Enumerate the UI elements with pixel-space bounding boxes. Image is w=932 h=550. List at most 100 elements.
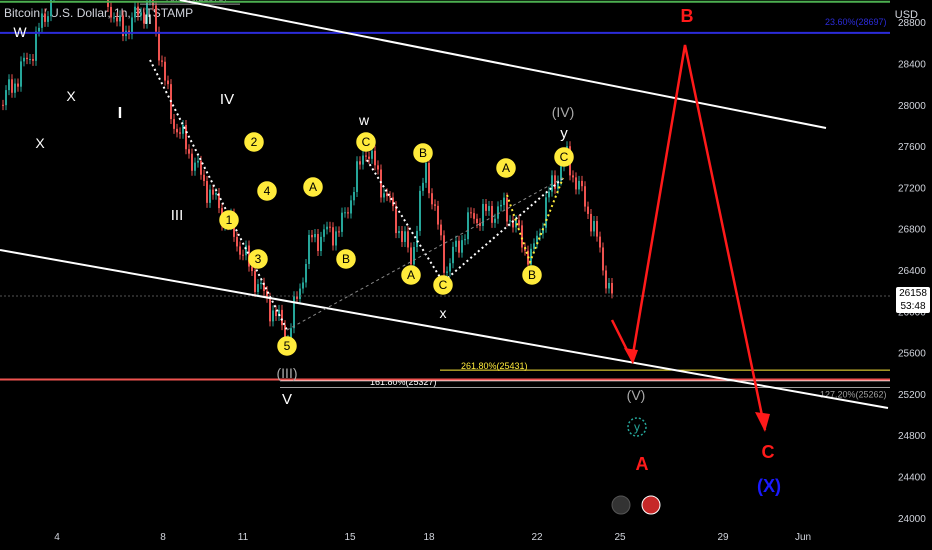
- wave-label-15: B: [342, 252, 350, 266]
- candle-body: [332, 227, 334, 246]
- candle-body: [356, 161, 358, 192]
- candle-body: [335, 231, 337, 246]
- candle-body: [446, 271, 448, 273]
- candle-body: [422, 182, 424, 191]
- candle-body: [212, 189, 214, 195]
- candle-body: [164, 61, 166, 81]
- candle-body: [281, 309, 283, 326]
- y-tick-26400: 26400: [898, 266, 926, 277]
- wave-label-28: y: [634, 420, 640, 434]
- candle-body: [368, 156, 370, 159]
- x-tick-29: 29: [717, 532, 729, 543]
- y-tick-28400: 28400: [898, 60, 926, 71]
- candle-body: [239, 246, 241, 255]
- candle-body: [326, 226, 328, 230]
- candle-body: [311, 234, 313, 238]
- candle-body: [506, 197, 508, 222]
- wave-label-2: X: [35, 135, 45, 151]
- candle-body: [206, 181, 208, 203]
- candle-body: [584, 186, 586, 207]
- candle-body: [602, 247, 604, 271]
- candle-body: [269, 297, 271, 322]
- candle-body: [503, 197, 505, 205]
- candle-body: [548, 191, 550, 198]
- candle-body: [449, 263, 451, 272]
- candle-body: [374, 150, 376, 166]
- wave-label-20: C: [439, 278, 448, 292]
- candle-body: [209, 189, 211, 203]
- candle-body: [413, 246, 415, 265]
- candle-body: [383, 193, 385, 198]
- candle-body: [521, 225, 523, 248]
- candle-body: [608, 282, 610, 289]
- candle-body: [488, 206, 490, 211]
- candle-body: [194, 162, 196, 171]
- candle-body: [455, 240, 457, 247]
- candle-body: [32, 59, 34, 61]
- candle-body: [434, 204, 436, 206]
- candle-body: [416, 230, 418, 247]
- candle-body: [440, 224, 442, 236]
- last-price-value: 26158: [899, 288, 927, 299]
- candle-body: [260, 282, 262, 285]
- last-price-countdown: 53:48: [900, 301, 926, 312]
- candle-body: [611, 282, 613, 294]
- candle-body: [149, 0, 151, 1]
- wave-label-18: A: [407, 268, 415, 282]
- candle-body: [8, 79, 10, 91]
- candle-body: [476, 218, 478, 224]
- candle-body: [242, 254, 244, 256]
- candle-body: [497, 206, 499, 219]
- candle-body: [35, 31, 37, 61]
- wave-label-0: W: [13, 24, 27, 40]
- candle-body: [398, 231, 400, 234]
- x-tick-15: 15: [344, 532, 356, 543]
- wave-dashed: [286, 177, 564, 331]
- x-tick-11: 11: [238, 532, 249, 543]
- last-price-tag: 26158 53:48: [896, 287, 930, 313]
- candle-body: [323, 229, 325, 237]
- candle-body: [179, 132, 181, 134]
- candle-body: [176, 128, 178, 133]
- y-tick-25600: 25600: [898, 349, 926, 360]
- candle-body: [188, 149, 190, 154]
- candle-body: [11, 79, 13, 93]
- x-tick-22: 22: [531, 532, 543, 543]
- candle-body: [191, 153, 193, 171]
- candle-body: [113, 17, 115, 19]
- candle-body: [443, 235, 445, 273]
- x-tick-4: 4: [54, 532, 60, 543]
- candle-body: [320, 236, 322, 252]
- price-chart[interactable]: 78.60%(28975)23.60%(28998)23.60%(28697)2…: [0, 0, 932, 550]
- candle-body: [347, 212, 349, 214]
- axes-layer: 2400024400248002520025600260002640026800…: [54, 18, 926, 543]
- candle-body: [494, 218, 496, 223]
- candle-body: [590, 213, 592, 232]
- candle-body: [572, 175, 574, 178]
- candle-body: [110, 6, 112, 18]
- candle-body: [395, 206, 397, 234]
- candles-layer: [2, 0, 613, 348]
- y-tick-27600: 27600: [898, 142, 926, 153]
- candle-body: [359, 161, 361, 165]
- candle-body: [197, 160, 199, 163]
- wave-label-11: 4: [264, 184, 271, 198]
- candle-body: [575, 177, 577, 190]
- candle-body: [545, 197, 547, 228]
- candle-body: [236, 236, 238, 247]
- candle-body: [305, 263, 307, 283]
- candle-body: [470, 212, 472, 214]
- y-tick-28800: 28800: [898, 18, 926, 29]
- channel-upper: [179, 0, 827, 129]
- candle-body: [116, 17, 118, 22]
- candle-body: [350, 200, 352, 214]
- event-icon-1: [611, 495, 631, 515]
- wave-label-16: C: [362, 135, 371, 149]
- y-tick-25200: 25200: [898, 390, 926, 401]
- wave-label-6: III: [171, 207, 184, 224]
- candle-body: [509, 220, 511, 222]
- candle-body: [599, 236, 601, 248]
- wave-label-29: A: [636, 454, 649, 474]
- candle-body: [344, 212, 346, 214]
- wave-label-12: 5: [284, 339, 291, 353]
